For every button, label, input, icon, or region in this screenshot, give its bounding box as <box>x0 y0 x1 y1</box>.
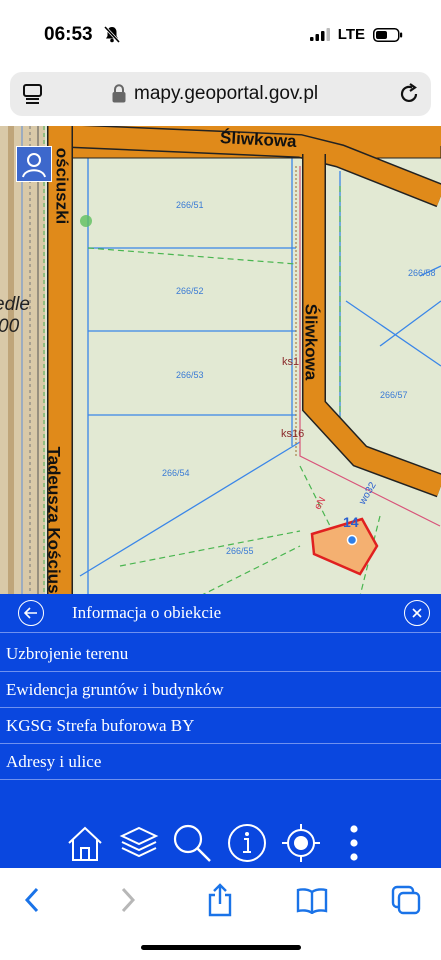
building-number: 14 <box>343 514 359 530</box>
more-button[interactable] <box>332 818 376 868</box>
parcel-label: 266/52 <box>176 286 204 296</box>
street-label-fragment-1: edle <box>0 294 30 315</box>
more-icon <box>350 825 358 861</box>
ks1-label: ks1 <box>282 356 300 368</box>
home-icon <box>68 826 102 861</box>
locate-icon <box>282 824 320 862</box>
parcel-label: 266/53 <box>176 370 204 380</box>
bookmarks-button[interactable] <box>294 882 330 918</box>
info-menu-item[interactable]: Adresy i ulice <box>0 744 441 780</box>
object-info-panel: Informacja o obiekcie Uzbrojenie terenu … <box>0 594 441 818</box>
info-icon <box>228 824 266 862</box>
tabs-icon <box>391 885 421 915</box>
url-text: mapy.geoportal.gov.pl <box>134 83 319 104</box>
back-nav-button[interactable] <box>14 882 50 918</box>
street-label-fragment-2: 00 <box>0 316 20 337</box>
parcel-label: 266/54 <box>162 468 190 478</box>
map-toolbar <box>0 818 441 868</box>
home-indicator <box>141 945 301 950</box>
lock-icon <box>112 84 126 103</box>
status-indicators: LTE <box>309 26 403 43</box>
parcel-label: 266/51 <box>176 200 204 210</box>
info-menu-item[interactable]: KGSG Strefa buforowa BY <box>0 708 441 744</box>
locate-button[interactable] <box>279 818 323 868</box>
layers-icon <box>119 826 159 858</box>
ks16-label: ks16 <box>281 428 305 440</box>
home-button[interactable] <box>63 818 107 868</box>
share-icon <box>208 883 232 917</box>
forward-nav-button[interactable] <box>110 882 146 918</box>
search-icon <box>173 824 211 862</box>
street-label-right: Śliwkowa <box>301 303 321 381</box>
arrow-left-icon <box>24 607 37 619</box>
book-icon <box>296 888 328 914</box>
signal-icon <box>309 28 330 41</box>
status-bar: 06:53 LTE <box>0 0 441 64</box>
geoportal-user-icon[interactable] <box>16 146 52 182</box>
address-bar[interactable]: mapy.geoportal.gov.pl <box>10 72 431 116</box>
share-button[interactable] <box>202 882 238 918</box>
street-label-top: Śliwkowa <box>219 128 298 151</box>
chevron-right-icon <box>121 887 136 913</box>
chevron-left-icon <box>24 887 39 913</box>
map-canvas[interactable]: Śliwkowa Śliwkowa Tadeusza Kościus ościu… <box>0 126 441 596</box>
info-panel-header: Informacja o obiekcie <box>0 594 441 633</box>
street-label-left: Tadeusza Kościus <box>44 446 64 594</box>
page-settings-icon[interactable] <box>22 83 44 105</box>
info-menu-item[interactable]: Ewidencja gruntów i budynków <box>0 672 441 708</box>
street-label-top-left: ościuszki <box>52 147 72 225</box>
parcel-label: 266/57 <box>380 390 408 400</box>
bell-muted-icon <box>104 26 120 43</box>
info-panel-title: Informacja o obiekcie <box>72 603 222 622</box>
info-menu-item[interactable]: Uzbrojenie terenu <box>0 636 441 672</box>
search-button[interactable] <box>170 818 214 868</box>
layers-button[interactable] <box>117 818 161 868</box>
battery-icon <box>373 27 403 42</box>
back-button[interactable] <box>18 600 44 626</box>
parcel-label: 266/55 <box>226 546 254 556</box>
parcel-label: 266/58 <box>408 268 436 278</box>
reload-icon[interactable] <box>398 83 420 105</box>
status-time: 06:53 <box>44 24 93 45</box>
info-button[interactable] <box>225 818 269 868</box>
close-button[interactable] <box>404 600 430 626</box>
tabs-button[interactable] <box>388 882 424 918</box>
network-label: LTE <box>337 26 365 43</box>
close-icon <box>412 608 422 618</box>
